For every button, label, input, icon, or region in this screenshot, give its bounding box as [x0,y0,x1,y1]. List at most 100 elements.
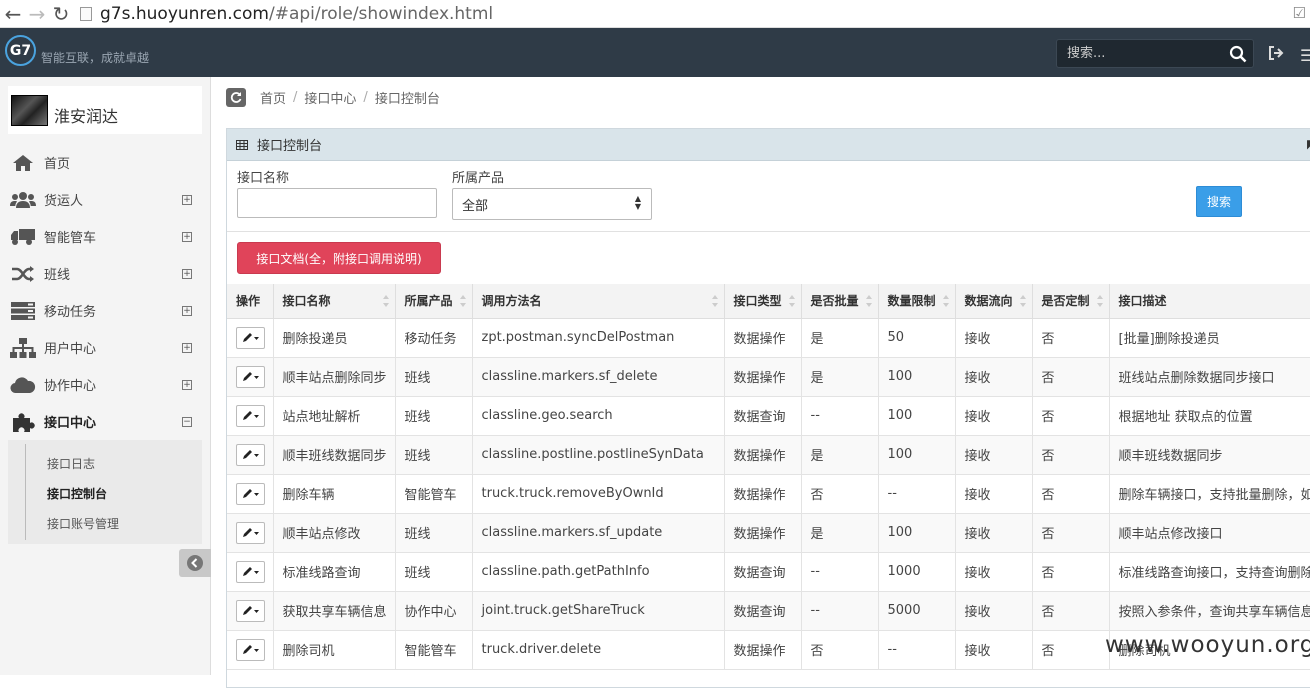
edit-dropdown-button[interactable] [236,521,265,544]
truck-icon [10,226,36,248]
expand-icon[interactable]: + [182,268,192,279]
sidebar-item-mobile-tasks[interactable]: 移动任务 + [0,292,211,329]
refresh-button[interactable] [226,87,246,107]
sort-icon[interactable] [711,294,719,308]
table-cell: -- [801,396,879,436]
submenu-item-api-accounts[interactable]: 接口账号管理 [47,515,119,532]
table-cell: 5000 [878,591,956,631]
forward-arrow-icon[interactable]: → [26,0,48,28]
sort-icon[interactable] [459,294,467,308]
edit-dropdown-button[interactable] [236,365,265,388]
org-profile: 淮安润达 [8,86,202,134]
table-cell: 接收 [955,591,1033,631]
back-arrow-icon[interactable]: ← [2,0,24,28]
api-center-submenu: 接口日志 接口控制台 接口账号管理 [8,440,202,544]
edit-dropdown-button[interactable] [236,326,265,349]
refresh-icon [230,92,242,103]
expand-icon[interactable]: + [182,305,192,316]
column-header[interactable]: 接口名称 [273,284,396,319]
sidebar-item-user-center[interactable]: 用户中心 + [0,329,211,366]
sort-icon[interactable] [942,294,950,308]
logout-icon[interactable] [1268,45,1284,61]
product-select[interactable]: 全部 ▲ ▼ [452,188,652,220]
column-header[interactable]: 所属产品 [395,284,473,319]
sidebar-item-label: 智能管车 [44,231,97,246]
sort-icon[interactable] [788,294,796,308]
table-cell: 接收 [955,435,1033,475]
sidebar-item-home[interactable]: 首页 [0,144,211,181]
edit-dropdown-button[interactable] [236,482,265,505]
global-search-input[interactable] [1057,40,1227,67]
pencil-icon [242,410,259,420]
breadcrumb-separator: / [363,89,368,105]
edit-dropdown-button[interactable] [236,404,265,427]
g7-logo[interactable]: G7 [5,35,36,66]
column-header[interactable]: 数据流向 [955,284,1033,319]
table-row: 顺丰站点修改 班线 classline.markers.sf_update 数据操作是… [227,513,1310,553]
edit-dropdown-button[interactable] [236,599,265,622]
operation-cell [227,435,274,475]
column-header-label: 数量限制 [887,294,936,309]
pencil-icon [242,371,259,381]
table-cell: 协作中心 [395,591,473,631]
search-button[interactable]: 搜索 [1196,186,1242,217]
column-header[interactable]: 是否批量 [801,284,879,319]
search-icon[interactable] [1229,45,1247,63]
expand-icon[interactable]: + [182,379,192,390]
sort-icon[interactable] [865,294,873,308]
pencil-icon [242,566,259,576]
table-cell: classline.postline.postlineSynData [472,435,725,475]
table-cell: classline.geo.search [472,396,725,436]
column-header[interactable]: 接口类型 [724,284,802,319]
org-name: 淮安润达 [54,107,119,126]
panel-header: 接口控制台 ◤ [227,129,1310,161]
reload-icon[interactable]: ↻ [50,0,72,28]
table-row: 站点地址解析 班线 classline.geo.search 数据查询 -- 100 接收否… [227,396,1310,436]
column-header[interactable]: 数量限制 [878,284,956,319]
sort-icon[interactable] [382,294,390,308]
sidebar-item-label: 首页 [44,157,71,172]
edit-dropdown-button[interactable] [236,443,265,466]
pencil-icon [242,527,259,537]
submenu-item-api-log[interactable]: 接口日志 [47,455,95,472]
column-header[interactable]: 调用方法名 [472,284,725,319]
breadcrumb-api-center[interactable]: 接口中心 [304,88,356,107]
submenu-item-api-console[interactable]: 接口控制台 [47,485,107,502]
sidebar-item-api-center[interactable]: 接口中心 − [0,403,211,440]
table-cell: 数据查询 [724,396,802,436]
address-bar[interactable]: g7s.huoyunren.com/#api/role/showindex.ht… [80,3,1310,25]
home-icon [10,152,36,174]
sort-icon[interactable] [1096,294,1104,308]
extension-icon[interactable]: ☑ [1293,4,1306,22]
operation-cell [227,318,274,358]
sidebar-item-routes[interactable]: 班线 + [0,255,211,292]
table-cell: 否 [1032,513,1110,553]
table-cell: 数据操作 [724,318,802,358]
breadcrumb: 首页 / 接口中心 / 接口控制台 [226,87,440,107]
expand-icon[interactable]: + [182,342,192,353]
table-icon [236,139,248,150]
breadcrumb-home[interactable]: 首页 [260,88,286,107]
api-docs-button[interactable]: 接口文档(全，附接口调用说明) [237,242,441,274]
column-header[interactable]: 是否定制 [1032,284,1110,319]
sidebar-item-collab-center[interactable]: 协作中心 + [0,366,211,403]
api-name-input[interactable] [237,188,437,218]
column-header[interactable]: 接口描述 [1109,284,1310,319]
collapse-icon[interactable]: − [182,416,192,427]
sidebar-item-shippers[interactable]: 货运人 + [0,181,211,218]
sidebar-collapse-button[interactable] [179,549,211,577]
menu-icon[interactable]: ☰ [1300,46,1310,65]
sidebar-item-fleet[interactable]: 智能管车 + [0,218,211,255]
table-cell: 接收 [955,318,1033,358]
expand-icon[interactable]: + [182,194,192,205]
edit-dropdown-button[interactable] [236,560,265,583]
sort-icon[interactable] [1019,294,1027,308]
expand-icon[interactable]: + [182,231,192,242]
edit-dropdown-button[interactable] [236,638,265,661]
api-name-label: 接口名称 [237,171,290,186]
table-cell: 顺丰站点修改 [273,513,396,553]
table-cell: 100 [878,357,956,397]
table-cell: 站点地址解析 [273,396,396,436]
table-cell: joint.truck.getShareTruck [472,591,725,631]
select-arrows-icon: ▲ ▼ [634,194,641,211]
